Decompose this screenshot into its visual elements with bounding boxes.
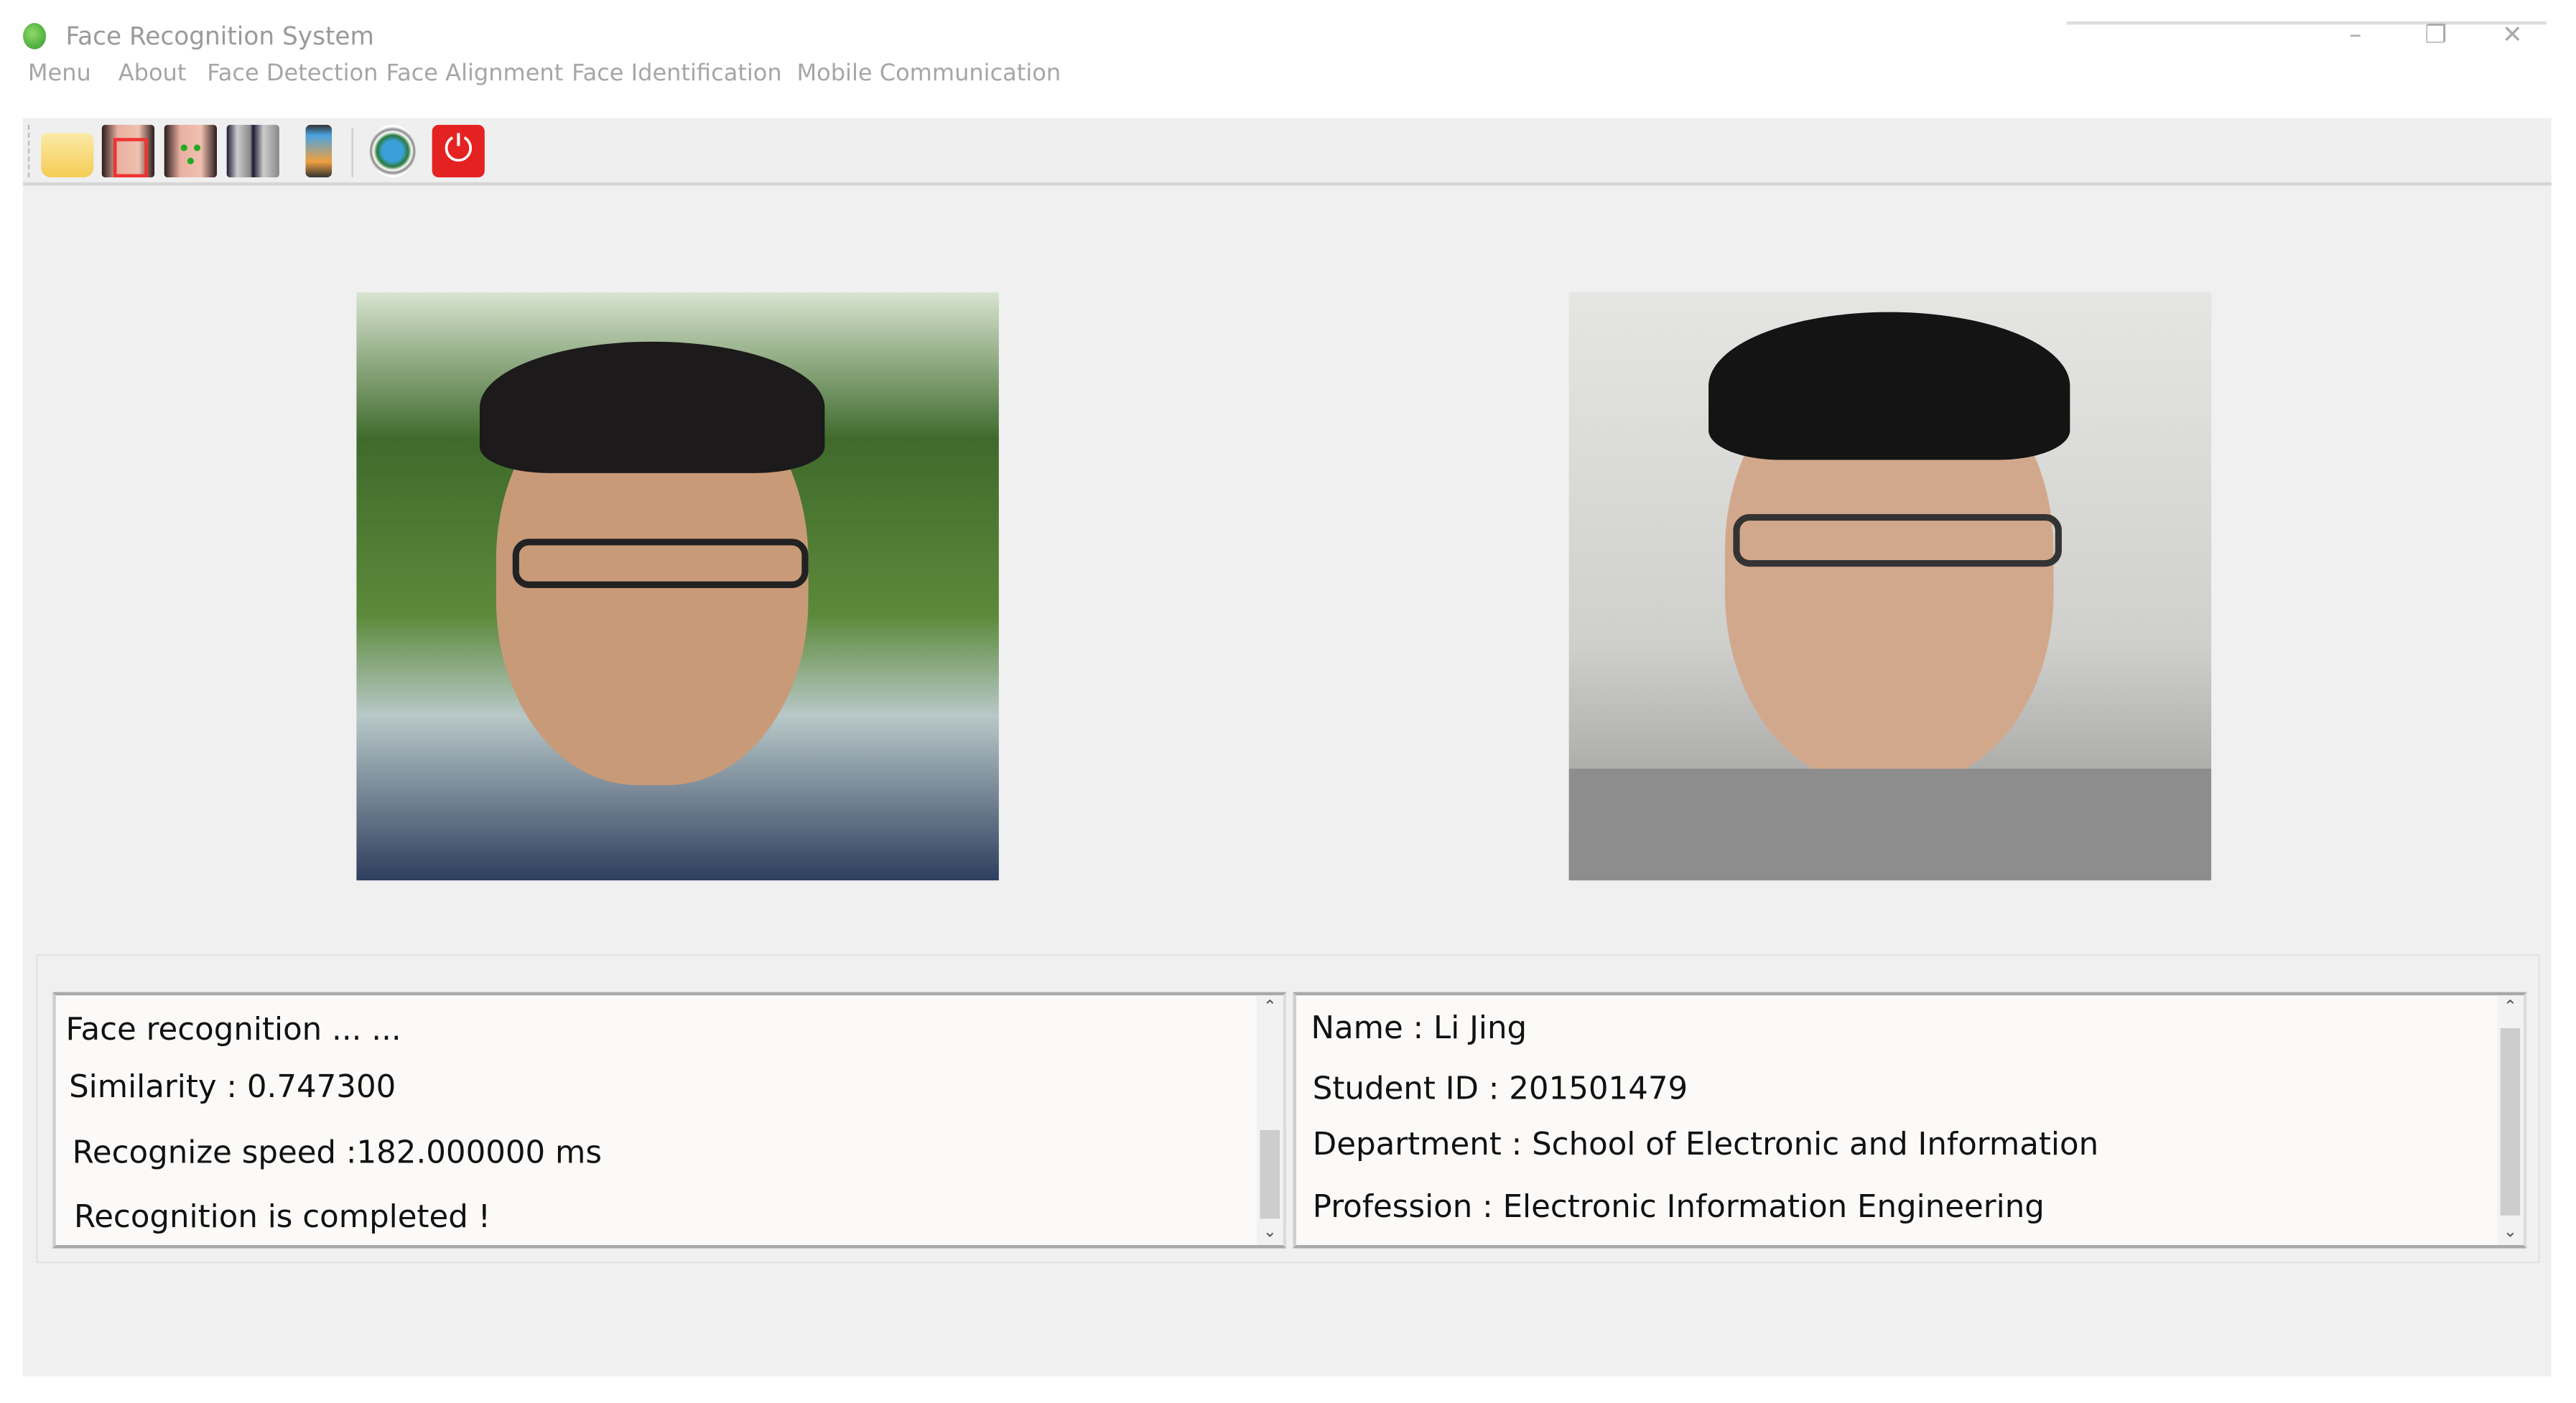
main-panel: Face recognition ... ... Similarity : 0.…: [23, 185, 2552, 1377]
scroll-up-icon[interactable]: ⌃: [2497, 999, 2524, 1017]
menu-mobile-communication[interactable]: Mobile Communication: [796, 61, 1061, 88]
department-line: Department : School of Electronic and In…: [1312, 1127, 2099, 1163]
close-button[interactable]: ✕: [2502, 19, 2523, 49]
toolbar: ⏻: [23, 118, 2552, 186]
info-scrollbar[interactable]: ⌃ ⌄: [2497, 995, 2524, 1246]
student-id-line: Student ID : 201501479: [1312, 1071, 1688, 1107]
scroll-up-icon[interactable]: ⌃: [1257, 999, 1283, 1017]
face-identification-icon[interactable]: [226, 124, 279, 178]
face-alignment-icon[interactable]: [164, 124, 217, 178]
menu-about[interactable]: About: [118, 61, 187, 88]
toolbar-grip[interactable]: [27, 124, 32, 178]
log-scrollbar[interactable]: ⌃ ⌄: [1257, 995, 1283, 1246]
scroll-thumb[interactable]: [1260, 1129, 1280, 1219]
results-groupbox: Face recognition ... ... Similarity : 0.…: [36, 954, 2540, 1264]
window-edge: [2066, 21, 2547, 25]
menu-menu[interactable]: Menu: [28, 61, 91, 88]
log-line: Face recognition ... ...: [65, 1012, 401, 1048]
query-face-image: [356, 292, 999, 881]
menu-face-detection[interactable]: Face Detection: [207, 61, 378, 88]
scroll-down-icon[interactable]: ⌄: [1257, 1223, 1283, 1241]
mobile-communication-icon[interactable]: [305, 124, 333, 178]
face-detection-icon[interactable]: [101, 124, 155, 178]
app-globe-icon: [23, 23, 47, 50]
power-icon[interactable]: ⏻: [432, 124, 485, 178]
speed-line: Recognize speed :182.000000 ms: [72, 1134, 603, 1172]
similarity-line: Similarity : 0.747300: [69, 1069, 396, 1106]
matched-face-image: [1568, 292, 2212, 881]
menu-face-identification[interactable]: Face Identification: [572, 61, 782, 88]
open-folder-icon[interactable]: [41, 133, 94, 178]
status-line: Recognition is completed !: [73, 1198, 491, 1236]
maximize-button[interactable]: ❐: [2424, 19, 2447, 49]
name-line: Name : Li Jing: [1311, 1010, 1528, 1047]
app-window: Face Recognition System – ❐ ✕ Menu About…: [0, 0, 2576, 1403]
log-textbox[interactable]: Face recognition ... ... Similarity : 0.…: [52, 992, 1287, 1249]
profession-line: Profession : Electronic Information Engi…: [1312, 1189, 2045, 1226]
info-textbox[interactable]: Name : Li Jing Student ID : 201501479 De…: [1293, 992, 2527, 1249]
menu-face-alignment[interactable]: Face Alignment: [386, 61, 564, 88]
scroll-thumb[interactable]: [2500, 1028, 2521, 1216]
minimize-button[interactable]: –: [2349, 19, 2361, 49]
toolbar-separator: [351, 128, 353, 178]
scroll-down-icon[interactable]: ⌄: [2497, 1223, 2524, 1241]
university-logo-icon[interactable]: [369, 124, 416, 178]
window-title: Face Recognition System: [65, 21, 374, 51]
